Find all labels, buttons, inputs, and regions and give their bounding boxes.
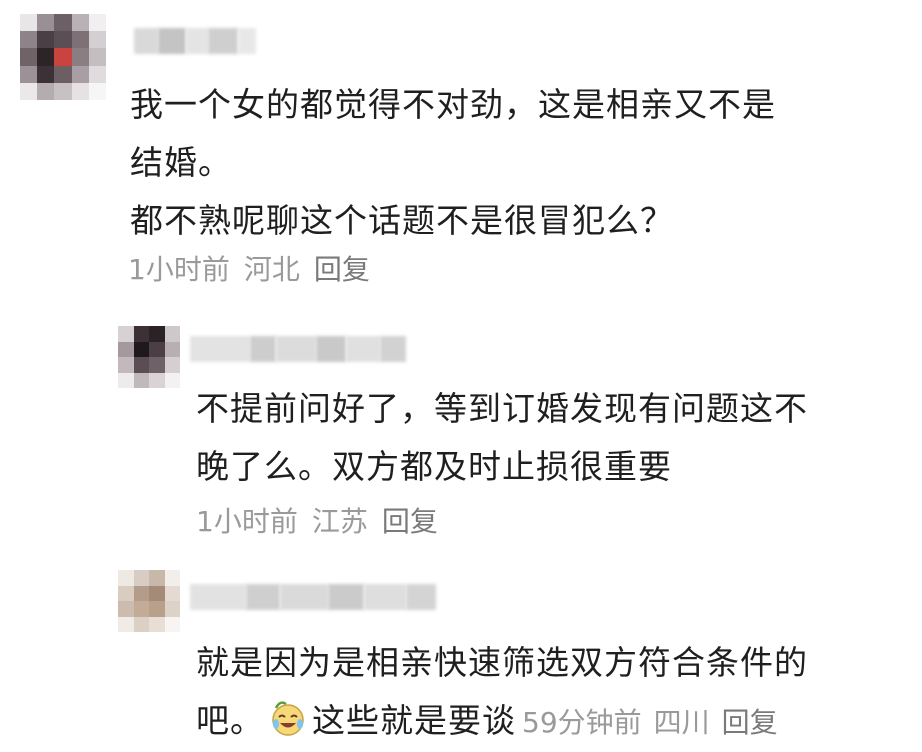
- location: 河北: [243, 253, 300, 286]
- timestamp: 1小时前: [128, 253, 230, 286]
- comment-text: 不提前问好了，等到订婚发现有问题这不 晚了么。双方都及时止损很重要: [196, 380, 808, 496]
- comment-text-line: 都不熟呢聊这个话题不是很冒犯么？: [130, 201, 674, 240]
- avatar[interactable]: [118, 570, 180, 632]
- timestamp: 1小时前: [196, 505, 298, 538]
- comment-meta: 59分钟前 四川 回复: [522, 706, 790, 739]
- comment-text-segment: 吧。: [196, 701, 264, 740]
- comment-text-line: 结婚。: [130, 143, 232, 182]
- username-blurred[interactable]: [190, 336, 406, 362]
- comment-text: 我一个女的都觉得不对劲，这是相亲又不是 结婚。 都不熟呢聊这个话题不是很冒犯么？: [130, 76, 776, 250]
- comment-meta: 1小时前 江苏 回复: [196, 500, 452, 540]
- username-blurred[interactable]: [134, 28, 256, 54]
- comment-text-line: 晚了么。双方都及时止损很重要: [196, 447, 672, 486]
- location: 江苏: [311, 505, 368, 538]
- comment-text-segment: 这些就是要谈: [312, 701, 516, 740]
- avatar[interactable]: [118, 326, 180, 388]
- location: 四川: [653, 706, 710, 739]
- comment-text-line: 不提前问好了，等到订婚发现有问题这不: [196, 389, 808, 428]
- avatar[interactable]: [20, 14, 106, 100]
- crying-laughing-emoji-icon: [272, 701, 304, 736]
- username-blurred[interactable]: [190, 584, 436, 610]
- comment-text-line: 吧。 这些就是要谈 59分钟前 四川 回复: [196, 692, 808, 752]
- reply-button[interactable]: 回复: [382, 505, 438, 538]
- reply-button[interactable]: 回复: [314, 253, 370, 286]
- comment-text: 就是因为是相亲快速筛选双方符合条件的 吧。 这些就是要谈 59分钟前 四川 回复: [196, 634, 808, 752]
- comment-meta: 1小时前 河北 回复: [128, 248, 384, 288]
- timestamp: 59分钟前: [522, 706, 642, 739]
- reply-button[interactable]: 回复: [722, 706, 778, 739]
- comment-text-line: 我一个女的都觉得不对劲，这是相亲又不是: [130, 85, 776, 124]
- comment-text-line: 就是因为是相亲快速筛选双方符合条件的: [196, 643, 808, 682]
